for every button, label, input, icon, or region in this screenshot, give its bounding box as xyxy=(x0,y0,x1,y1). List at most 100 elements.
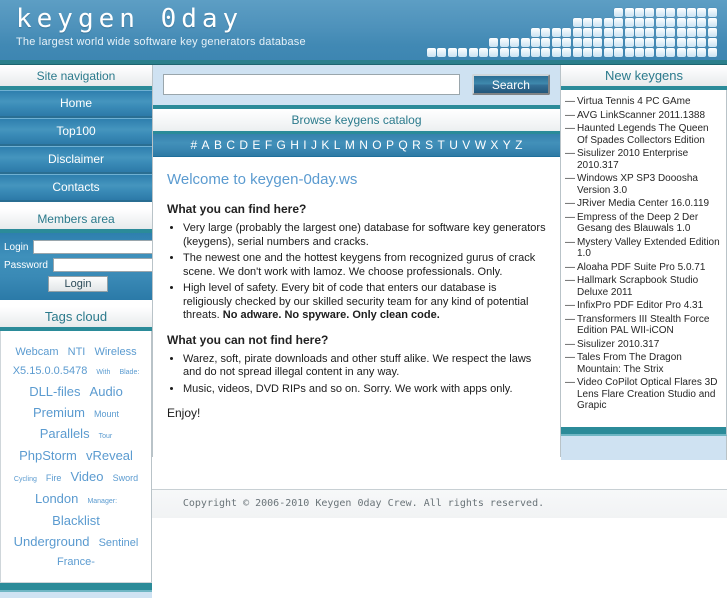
tag-link[interactable]: Audio xyxy=(90,384,123,399)
search-button[interactable]: Search xyxy=(471,74,550,95)
tag-link[interactable]: Video xyxy=(70,469,103,484)
tag-link[interactable]: Sentinel xyxy=(99,537,139,549)
sidebar-item-contacts[interactable]: Contacts xyxy=(0,174,152,202)
list-item[interactable]: — InfixPro PDF Editor Pro 4.31 xyxy=(565,300,720,312)
alphabet-link[interactable]: W xyxy=(475,138,486,152)
site-tagline: The largest world wide software key gene… xyxy=(16,36,306,48)
decorative-block xyxy=(707,48,717,57)
alphabet-link[interactable]: N xyxy=(359,138,368,152)
alphabet-link[interactable]: Y xyxy=(503,138,511,152)
alphabet-link[interactable]: U xyxy=(449,138,458,152)
tag-link[interactable]: London xyxy=(35,491,78,506)
decorative-block xyxy=(655,8,665,17)
tag-link[interactable]: Tour xyxy=(99,433,113,440)
search-input[interactable] xyxy=(163,74,460,95)
tag-link[interactable]: Parallels xyxy=(40,426,90,441)
alphabet-link[interactable]: # xyxy=(190,138,197,152)
alphabet-link[interactable]: B xyxy=(214,138,222,152)
list-item[interactable]: — Tales From The Dragon Mountain: The Str… xyxy=(565,352,720,375)
list-item[interactable]: — Video CoPilot Optical Flares 3D Lens Fl… xyxy=(565,377,720,412)
list-item[interactable]: — Haunted Legends The Queen Of Spades Col… xyxy=(565,123,720,146)
tag-link[interactable]: Blade: xyxy=(119,369,139,376)
list-item[interactable]: — Mystery Valley Extended Edition 1.0 xyxy=(565,237,720,260)
keygen-title: Video CoPilot Optical Flares 3D Lens Fla… xyxy=(577,377,718,411)
tag-link[interactable]: With xyxy=(96,369,110,376)
tag-link[interactable]: PhpStorm xyxy=(19,448,77,463)
decorative-block xyxy=(666,18,676,27)
login-button-row: Login xyxy=(4,276,146,292)
decorative-block xyxy=(666,28,676,37)
tag-link[interactable]: Blacklist xyxy=(52,513,100,528)
alphabet-link[interactable]: V xyxy=(462,138,470,152)
alphabet-link[interactable]: K xyxy=(321,138,329,152)
tags-cloud-list: Webcam NTI Wireless X5.15.0.0.5478 With … xyxy=(0,331,152,583)
alphabet-link[interactable]: H xyxy=(290,138,299,152)
tag-link[interactable]: DLL-files xyxy=(29,384,80,399)
alphabet-link[interactable]: X xyxy=(490,138,498,152)
login-input[interactable] xyxy=(33,240,172,254)
sidebar-item-top100[interactable]: Top100 xyxy=(0,118,152,146)
alphabet-link[interactable]: R xyxy=(412,138,421,152)
list-item[interactable]: — Hallmark Scrapbook Studio Deluxe 2011 xyxy=(565,275,720,298)
list-item[interactable]: — Sisulizer 2010 Enterprise 2010.317 xyxy=(565,148,720,171)
list-item[interactable]: — JRiver Media Center 16.0.119 xyxy=(565,198,720,210)
tag-link[interactable]: NTI xyxy=(68,346,86,358)
alphabet-link[interactable]: I xyxy=(303,138,306,152)
tag-link[interactable]: Mount xyxy=(94,409,119,419)
sidebar-item-home[interactable]: Home xyxy=(0,90,152,118)
tag-link[interactable]: Sword xyxy=(113,473,139,483)
tags-cloud-heading: Tags cloud xyxy=(0,306,152,331)
decorative-block xyxy=(676,18,686,27)
alphabet-link[interactable]: E xyxy=(252,138,260,152)
list-item[interactable]: — Virtua Tennis 4 PC GAme xyxy=(565,96,720,108)
bullet-dash-icon: — xyxy=(565,377,575,388)
list-item[interactable]: — AVG LinkScanner 2011.1388 xyxy=(565,110,720,122)
alphabet-link[interactable]: A xyxy=(202,138,210,152)
tag-link[interactable]: Fire xyxy=(46,473,62,483)
alphabet-link[interactable]: G xyxy=(277,138,286,152)
alphabet-link[interactable]: C xyxy=(226,138,235,152)
tag-link[interactable]: Underground xyxy=(14,534,90,549)
login-submit-button[interactable]: Login xyxy=(47,276,109,292)
alphabet-link[interactable]: L xyxy=(334,138,341,152)
tag-link[interactable]: France- xyxy=(57,556,95,568)
site-navigation-heading: Site navigation xyxy=(0,65,152,90)
alphabet-link[interactable]: T xyxy=(438,138,445,152)
decorative-block xyxy=(562,38,572,47)
tag-link[interactable]: vReveal xyxy=(86,448,133,463)
alphabet-link[interactable]: Z xyxy=(515,138,522,152)
list-item[interactable]: — Windows XP SP3 Dooosha Version 3.0 xyxy=(565,173,720,196)
decorative-block xyxy=(624,18,634,27)
decorative-block xyxy=(572,28,582,37)
alphabet-link[interactable]: M xyxy=(345,138,355,152)
decorative-block xyxy=(697,38,707,47)
alphabet-link[interactable]: F xyxy=(265,138,272,152)
tag-link[interactable]: Cycling xyxy=(14,476,37,483)
alphabet-link[interactable]: S xyxy=(425,138,433,152)
new-keygens-list: — Virtua Tennis 4 PC GAme — AVG LinkScanner… xyxy=(561,90,727,427)
decorative-block xyxy=(645,28,655,37)
list-item[interactable]: — Aloaha PDF Suite Pro 5.0.71 xyxy=(565,262,720,274)
tag-link[interactable]: Webcam xyxy=(15,346,58,358)
list-item[interactable]: — Transformers III Stealth Force Edition … xyxy=(565,314,720,337)
right-sidebar: New keygens — Virtua Tennis 4 PC GAme — AVG… xyxy=(561,65,727,460)
decorative-block xyxy=(551,28,561,37)
list-item[interactable]: — Sisulizer 2010.317 xyxy=(565,339,720,351)
keygen-title: Mystery Valley Extended Edition 1.0 xyxy=(577,236,720,260)
tag-link[interactable]: Manager: xyxy=(87,498,117,505)
decorative-block xyxy=(499,48,509,57)
bullet-dash-icon: — xyxy=(565,173,575,184)
decorative-block xyxy=(468,48,478,57)
alphabet-link[interactable]: D xyxy=(239,138,248,152)
alphabet-link[interactable]: P xyxy=(386,138,394,152)
alphabet-link[interactable]: Q xyxy=(398,138,407,152)
sidebar-item-disclaimer[interactable]: Disclaimer xyxy=(0,146,152,174)
enjoy-text: Enjoy! xyxy=(167,406,201,420)
tag-link[interactable]: Wireless xyxy=(94,346,136,358)
alphabet-link[interactable]: J xyxy=(311,138,317,152)
tag-link[interactable]: X5.15.0.0.5478 xyxy=(13,365,88,377)
decorative-block xyxy=(624,38,634,47)
alphabet-link[interactable]: O xyxy=(372,138,381,152)
tag-link[interactable]: Premium xyxy=(33,405,85,420)
list-item[interactable]: — Empress of the Deep 2 Der Gesang des Bl… xyxy=(565,212,720,235)
